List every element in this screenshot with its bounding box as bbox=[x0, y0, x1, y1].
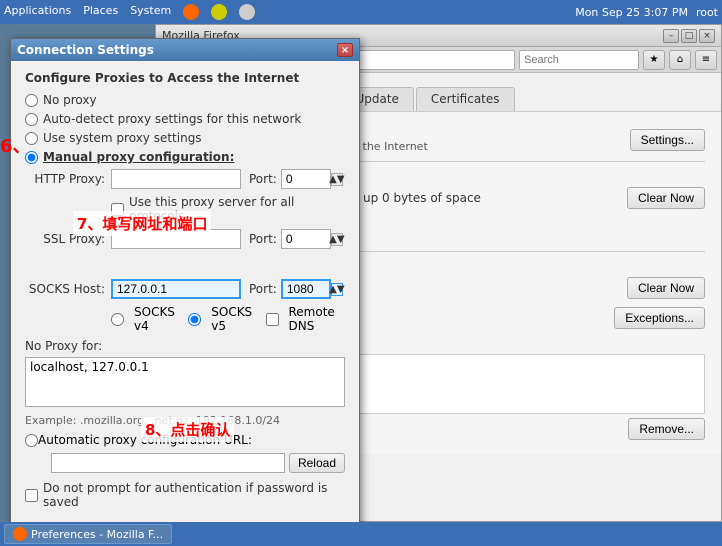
search-input[interactable] bbox=[519, 50, 639, 70]
username: root bbox=[696, 6, 718, 19]
http-proxy-label: HTTP Proxy: bbox=[25, 172, 105, 186]
radio-no-proxy: No proxy bbox=[25, 93, 345, 107]
ssl-port-spinner[interactable]: ▲▼ bbox=[331, 233, 343, 246]
radio-auto-detect: Auto-detect proxy settings for this netw… bbox=[25, 112, 345, 126]
no-proxy-textarea[interactable]: localhost, 127.0.0.1 bbox=[25, 357, 345, 407]
dialog-close-button[interactable]: × bbox=[337, 43, 353, 57]
no-proxy-label: No proxy bbox=[43, 93, 97, 107]
menu-places[interactable]: Places bbox=[83, 4, 118, 20]
http-port-label: Port: bbox=[249, 172, 277, 186]
http-proxy-input[interactable] bbox=[111, 169, 241, 189]
auto-proxy-row: Automatic proxy configuration URL: bbox=[25, 433, 345, 447]
http-proxy-row: HTTP Proxy: Port: ▲▼ bbox=[25, 169, 345, 189]
remote-dns-checkbox[interactable] bbox=[266, 313, 279, 326]
port-spinner[interactable]: ▲▼ bbox=[331, 173, 343, 186]
socks-v4-radio[interactable] bbox=[111, 313, 124, 326]
no-proxy-for-label: No Proxy for: bbox=[25, 339, 345, 353]
do-not-prompt-checkbox[interactable] bbox=[25, 489, 38, 502]
socks-version-row: SOCKS v4 SOCKS v5 Remote DNS bbox=[111, 305, 345, 333]
taskbar-bottom: Preferences - Mozilla F... bbox=[0, 522, 722, 546]
socks-port-label: Port: bbox=[249, 282, 277, 296]
taskbar-firefox-icon bbox=[13, 527, 27, 541]
socks-host-input[interactable] bbox=[111, 279, 241, 299]
home-button[interactable]: ⌂ bbox=[669, 50, 691, 70]
dialog-overlay: 6、 Connection Settings × Configure Proxi… bbox=[0, 24, 360, 522]
menu-applications[interactable]: Applications bbox=[4, 4, 71, 20]
ssl-port-input[interactable] bbox=[281, 229, 331, 249]
firefox-titlebar-buttons: – □ × bbox=[663, 29, 715, 43]
desktop: Mozilla Firefox – □ × ◀ ▶ ↺ ★ ⌂ ≡ Genera… bbox=[0, 24, 722, 522]
menu-system[interactable]: System bbox=[130, 4, 171, 20]
dialog-title: Connection Settings bbox=[17, 43, 154, 57]
clear-cache-button[interactable]: Clear Now bbox=[627, 187, 705, 209]
close-button[interactable]: × bbox=[699, 29, 715, 43]
remove-button[interactable]: Remove... bbox=[628, 418, 705, 440]
top-taskbar: Applications Places System Mon Sep 25 3:… bbox=[0, 0, 722, 24]
auto-proxy-url-row: Reload bbox=[25, 453, 345, 473]
auto-proxy-url-input[interactable] bbox=[51, 453, 285, 473]
top-taskbar-right: Mon Sep 25 3:07 PM root bbox=[575, 6, 718, 19]
connection-settings-dialog: Connection Settings × Configure Proxies … bbox=[10, 38, 360, 522]
dialog-body: Configure Proxies to Access the Internet… bbox=[11, 61, 359, 522]
auto-proxy-label: Automatic proxy configuration URL: bbox=[38, 433, 252, 447]
ssl-proxy-row: SSL Proxy: Port: ▲▼ bbox=[25, 229, 345, 249]
do-not-prompt-row: Do not prompt for authentication if pass… bbox=[25, 481, 345, 509]
tab-certificates[interactable]: Certificates bbox=[416, 87, 515, 111]
reload-button[interactable]: Reload bbox=[289, 453, 345, 473]
socks-port-spinner[interactable]: ▲▼ bbox=[331, 283, 343, 296]
system-proxy-radio[interactable] bbox=[25, 132, 38, 145]
dialog-titlebar: Connection Settings × bbox=[11, 39, 359, 61]
settings-button[interactable]: Settings... bbox=[630, 129, 705, 151]
datetime: Mon Sep 25 3:07 PM bbox=[575, 6, 688, 19]
exceptions-button[interactable]: Exceptions... bbox=[614, 307, 705, 329]
ssl-port-label: Port: bbox=[249, 232, 277, 246]
http-port-input[interactable] bbox=[281, 169, 331, 189]
example-text: Example: .mozilla.org, .net.nz, 192.168.… bbox=[25, 414, 345, 427]
socks-v4-label: SOCKS v4 bbox=[134, 305, 178, 333]
system-proxy-label: Use system proxy settings bbox=[43, 131, 202, 145]
clear-offline-button[interactable]: Clear Now bbox=[627, 277, 705, 299]
socks-v5-radio[interactable] bbox=[188, 313, 201, 326]
auto-detect-label: Auto-detect proxy settings for this netw… bbox=[43, 112, 301, 126]
radio-system-proxy: Use system proxy settings bbox=[25, 131, 345, 145]
top-taskbar-left: Applications Places System bbox=[4, 4, 575, 20]
ssl-proxy-label: SSL Proxy: bbox=[25, 232, 105, 246]
remote-dns-label: Remote DNS bbox=[289, 305, 346, 333]
use-for-all-checkbox[interactable] bbox=[111, 203, 124, 216]
maximize-button[interactable]: □ bbox=[681, 29, 697, 43]
do-not-prompt-label: Do not prompt for authentication if pass… bbox=[43, 481, 345, 509]
menu-button[interactable]: ≡ bbox=[695, 50, 717, 70]
auto-proxy-radio[interactable] bbox=[25, 434, 38, 447]
extra-icon2 bbox=[239, 4, 255, 20]
taskbar-item-label: Preferences - Mozilla F... bbox=[31, 528, 163, 541]
socks-host-label: SOCKS Host: bbox=[25, 282, 105, 296]
use-for-all-label: Use this proxy server for all protocols bbox=[129, 195, 345, 223]
socks-port-input[interactable] bbox=[281, 279, 331, 299]
auto-detect-radio[interactable] bbox=[25, 113, 38, 126]
firefox-icon bbox=[183, 4, 199, 20]
bookmark-button[interactable]: ★ bbox=[643, 50, 665, 70]
taskbar-item-firefox[interactable]: Preferences - Mozilla F... bbox=[4, 524, 172, 544]
no-proxy-section: No Proxy for: localhost, 127.0.0.1 bbox=[25, 339, 345, 410]
use-for-all-row: Use this proxy server for all protocols bbox=[111, 195, 345, 223]
dialog-heading: Configure Proxies to Access the Internet bbox=[25, 71, 345, 85]
radio-manual-proxy: Manual proxy configuration: bbox=[25, 150, 345, 164]
ssl-proxy-input[interactable] bbox=[111, 229, 241, 249]
manual-proxy-radio[interactable] bbox=[25, 151, 38, 164]
extra-icon bbox=[211, 4, 227, 20]
minimize-button[interactable]: – bbox=[663, 29, 679, 43]
no-proxy-radio[interactable] bbox=[25, 94, 38, 107]
socks-v5-label: SOCKS v5 bbox=[211, 305, 255, 333]
manual-proxy-label: Manual proxy configuration: bbox=[43, 150, 234, 164]
socks-host-row: SOCKS Host: Port: ▲▼ bbox=[25, 279, 345, 299]
